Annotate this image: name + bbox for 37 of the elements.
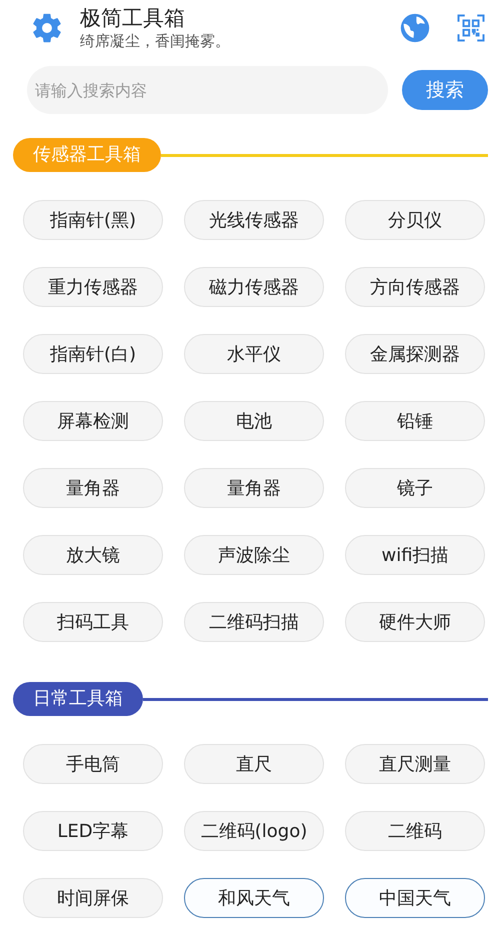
app-subtitle: 绮席凝尘，香闺掩雾。 xyxy=(80,31,231,51)
tool-button[interactable]: 金属探测器 xyxy=(345,334,485,374)
tool-button[interactable]: 二维码 xyxy=(345,811,485,851)
tool-button[interactable]: 指南针(黑) xyxy=(23,200,163,240)
tool-button[interactable]: 光线传感器 xyxy=(184,200,324,240)
section-title: 传感器工具箱 xyxy=(13,138,161,172)
tool-button[interactable]: 磁力传感器 xyxy=(184,267,324,307)
tool-button[interactable]: 屏幕检测 xyxy=(23,401,163,441)
tool-button[interactable]: 手电筒 xyxy=(23,744,163,784)
tool-button[interactable]: 镜子 xyxy=(345,468,485,508)
tool-button[interactable]: 中国天气 xyxy=(345,878,485,918)
tool-button[interactable]: 方向传感器 xyxy=(345,267,485,307)
tool-button[interactable]: 声波除尘 xyxy=(184,535,324,575)
tool-button[interactable]: 和风天气 xyxy=(184,878,324,918)
tool-button[interactable]: 电池 xyxy=(184,401,324,441)
tool-button[interactable]: 指南针(白) xyxy=(23,334,163,374)
tool-button[interactable]: 量角器 xyxy=(184,468,324,508)
tool-button[interactable]: 直尺 xyxy=(184,744,324,784)
qr-code-icon[interactable] xyxy=(456,13,486,43)
tool-button[interactable]: wifi扫描 xyxy=(345,535,485,575)
tool-button[interactable]: 二维码(logo) xyxy=(184,811,324,851)
tool-button[interactable]: LED字幕 xyxy=(23,811,163,851)
tool-button[interactable]: 铅锤 xyxy=(345,401,485,441)
tool-button[interactable]: 放大镜 xyxy=(23,535,163,575)
globe-icon[interactable] xyxy=(398,11,432,45)
tool-button[interactable]: 量角器 xyxy=(23,468,163,508)
tool-button[interactable]: 扫码工具 xyxy=(23,602,163,642)
tool-button[interactable]: 二维码扫描 xyxy=(184,602,324,642)
section-title: 日常工具箱 xyxy=(13,682,143,716)
tool-button[interactable]: 硬件大师 xyxy=(345,602,485,642)
tool-button[interactable]: 直尺测量 xyxy=(345,744,485,784)
search-field[interactable]: 请输入搜索内容 xyxy=(27,66,388,114)
tool-button[interactable]: 水平仪 xyxy=(184,334,324,374)
tool-button[interactable]: 重力传感器 xyxy=(23,267,163,307)
tool-button[interactable]: 时间屏保 xyxy=(23,878,163,918)
tool-button[interactable]: 分贝仪 xyxy=(345,200,485,240)
app-title: 极简工具箱 xyxy=(80,5,186,31)
